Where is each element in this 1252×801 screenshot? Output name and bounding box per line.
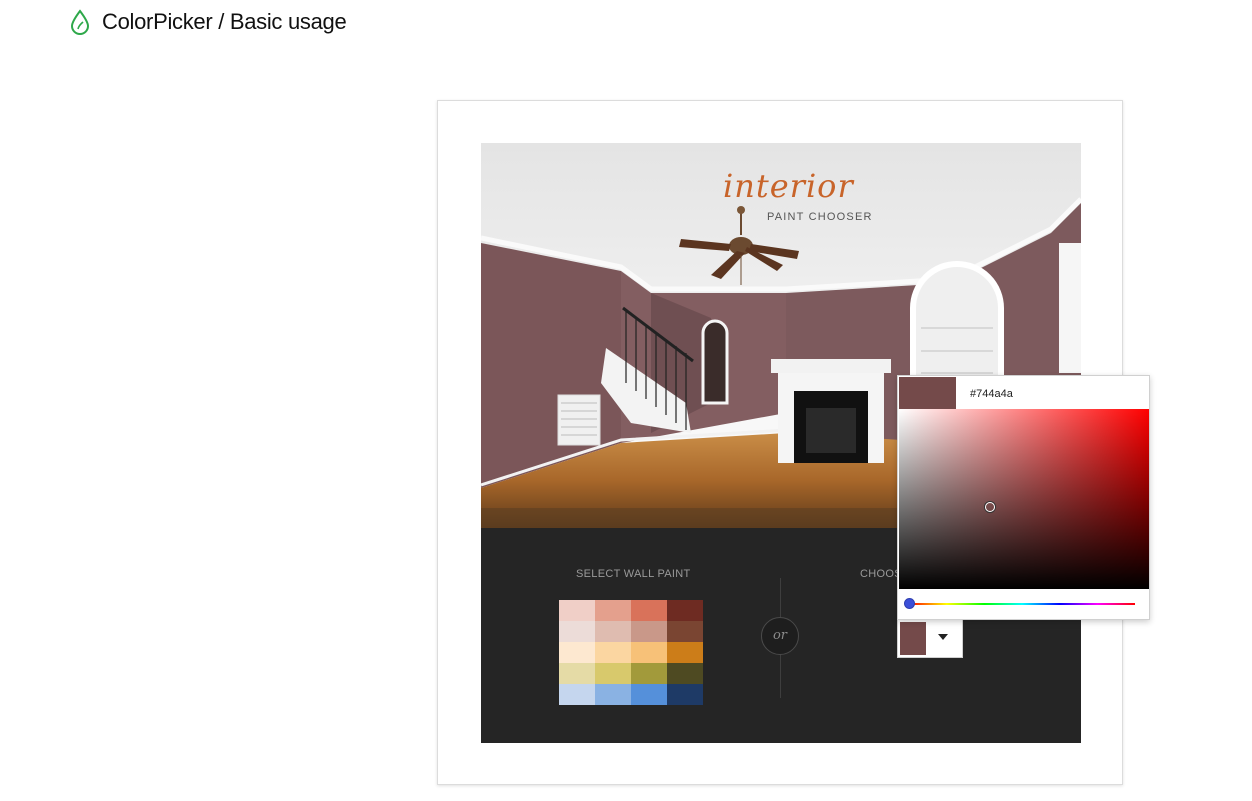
paint-swatch[interactable]: [631, 621, 667, 642]
paint-swatch[interactable]: [559, 621, 595, 642]
paint-swatch[interactable]: [559, 600, 595, 621]
hue-slider-knob[interactable]: [904, 598, 915, 609]
hue-slider[interactable]: [904, 598, 1135, 609]
caret-down-icon: [938, 634, 948, 640]
paint-swatch[interactable]: [667, 600, 703, 621]
hex-value[interactable]: #744a4a: [970, 388, 1013, 400]
room-title-small: PAINT CHOOSER: [767, 211, 873, 223]
paint-swatch[interactable]: [595, 642, 631, 663]
paint-swatch[interactable]: [559, 684, 595, 705]
choose-label: CHOOS: [860, 568, 902, 580]
page-header: ColorPicker / Basic usage: [68, 8, 347, 36]
selected-color-swatch: [900, 622, 926, 655]
colorpicker-header: #744a4a: [898, 376, 1149, 409]
select-wall-paint-label: SELECT WALL PAINT: [576, 568, 691, 580]
paint-swatch[interactable]: [559, 663, 595, 684]
leaf-drop-icon: [70, 9, 90, 35]
swatch-grid: [559, 600, 703, 705]
paint-swatch[interactable]: [667, 663, 703, 684]
paint-swatch[interactable]: [595, 684, 631, 705]
saturation-value-area[interactable]: [899, 409, 1149, 589]
page-title: ColorPicker / Basic usage: [102, 9, 347, 34]
paint-swatch[interactable]: [631, 684, 667, 705]
paint-swatch[interactable]: [667, 684, 703, 705]
paint-swatch[interactable]: [595, 600, 631, 621]
room-title-big: interior: [723, 167, 854, 205]
room-title: interior PAINT CHOOSER: [723, 167, 923, 223]
paint-swatch[interactable]: [631, 600, 667, 621]
or-badge: or: [761, 617, 799, 655]
colorpicker-trigger[interactable]: [897, 619, 963, 658]
paint-swatch[interactable]: [631, 642, 667, 663]
paint-swatch[interactable]: [667, 642, 703, 663]
paint-swatch[interactable]: [595, 663, 631, 684]
preview-swatch: [899, 377, 956, 409]
paint-swatch[interactable]: [667, 621, 703, 642]
paint-swatch[interactable]: [631, 663, 667, 684]
paint-swatch[interactable]: [595, 621, 631, 642]
colorpicker-popup: #744a4a: [897, 375, 1150, 620]
paint-swatch[interactable]: [559, 642, 595, 663]
color-handle[interactable]: [985, 502, 995, 512]
